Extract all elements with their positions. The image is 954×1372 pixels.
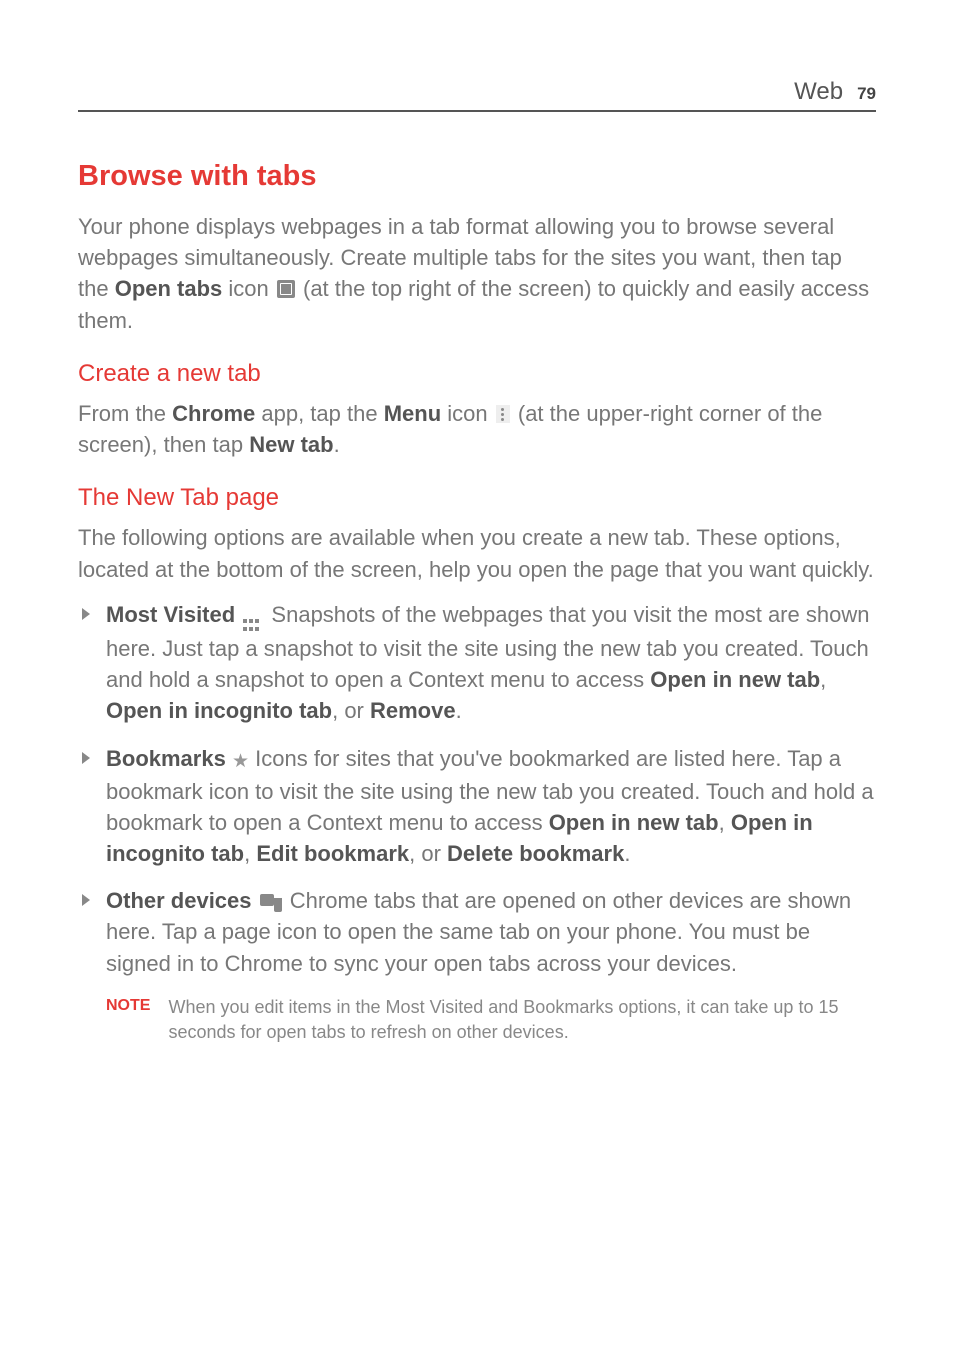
bullet-other-devices: Other devices Chrome tabs that are opene…	[78, 885, 876, 979]
text: .	[456, 698, 462, 723]
open-tabs-label: Open tabs	[115, 276, 223, 301]
option-edit-bookmark: Edit bookmark	[256, 841, 409, 866]
open-tabs-icon	[277, 280, 295, 298]
bullet-most-visited: Most Visited Snapshots of the webpages t…	[78, 599, 876, 727]
note: NOTE When you edit items in the Most Vis…	[78, 995, 876, 1045]
intro-mid: icon	[222, 276, 275, 301]
new-tab-label: New tab	[249, 432, 333, 457]
text: app, tap the	[255, 401, 383, 426]
most-visited-icon	[243, 619, 263, 633]
text: .	[334, 432, 340, 457]
bookmarks-star-icon: ★	[232, 751, 249, 772]
bullet-icon	[82, 752, 90, 764]
bullet-bookmarks: Bookmarks ★ Icons for sites that you've …	[78, 743, 876, 870]
text: , or	[409, 841, 447, 866]
page-number: 79	[857, 84, 876, 104]
note-text: When you edit items in the Most Visited …	[168, 995, 876, 1045]
chrome-label: Chrome	[172, 401, 255, 426]
text: ,	[719, 810, 731, 835]
new-tab-intro: The following options are available when…	[78, 522, 876, 584]
option-open-new-tab: Open in new tab	[549, 810, 719, 835]
option-open-incognito: Open in incognito tab	[106, 698, 332, 723]
create-tab-paragraph: From the Chrome app, tap the Menu icon (…	[78, 398, 876, 460]
bullet-icon	[82, 608, 90, 620]
note-label: NOTE	[106, 995, 150, 1045]
text: icon	[441, 401, 494, 426]
option-open-new-tab: Open in new tab	[650, 667, 820, 692]
bullet-list: Most Visited Snapshots of the webpages t…	[78, 599, 876, 1045]
text: ,	[820, 667, 826, 692]
text: ,	[244, 841, 256, 866]
menu-label: Menu	[384, 401, 441, 426]
option-delete-bookmark: Delete bookmark	[447, 841, 624, 866]
heading-browse-with-tabs: Browse with tabs	[78, 160, 876, 193]
option-remove: Remove	[370, 698, 456, 723]
text: From the	[78, 401, 172, 426]
other-devices-icon	[260, 894, 282, 910]
text: .	[624, 841, 630, 866]
page-header: Web 79	[78, 78, 876, 112]
intro-paragraph: Your phone displays webpages in a tab fo…	[78, 211, 876, 336]
other-devices-label: Other devices	[106, 888, 252, 913]
bookmarks-label: Bookmarks	[106, 746, 226, 771]
bullet-icon	[82, 894, 90, 906]
heading-new-tab-page: The New Tab page	[78, 484, 876, 512]
text: , or	[332, 698, 370, 723]
section-name: Web	[794, 78, 843, 106]
menu-icon	[496, 405, 510, 423]
most-visited-label: Most Visited	[106, 602, 235, 627]
heading-create-new-tab: Create a new tab	[78, 360, 876, 388]
